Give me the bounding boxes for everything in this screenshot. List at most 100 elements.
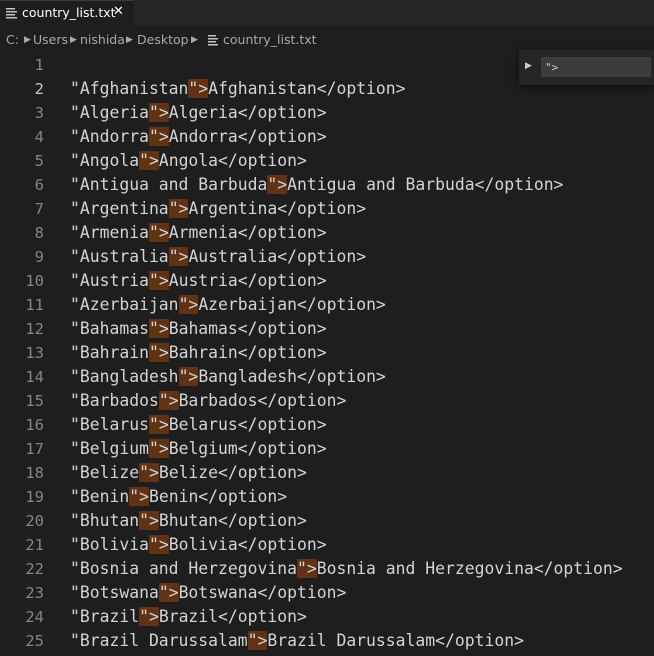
line-text-prefix: "Bangladesh xyxy=(70,367,179,386)
line-text-prefix: "Azerbaijan xyxy=(70,295,179,314)
code-line[interactable]: 25 "Brazil Darussalam">Brazil Darussalam<… xyxy=(0,629,654,653)
line-text: "Bosnia and Herzegovina">Bosnia and Herz… xyxy=(70,557,623,581)
tab-country-list[interactable]: country_list.txt ✕ xyxy=(0,0,134,25)
line-text-prefix: "Austria xyxy=(70,271,149,290)
code-line[interactable]: 16 "Belarus">Belarus</option> xyxy=(0,413,654,437)
line-text-suffix: Belarus</option> xyxy=(168,415,327,434)
line-text: "Bolivia">Bolivia</option> xyxy=(70,533,327,557)
line-number: 10 xyxy=(25,272,44,290)
line-number: 17 xyxy=(25,440,44,458)
line-number: 22 xyxy=(25,560,44,578)
breadcrumb-item-nishida[interactable]: nishida xyxy=(80,32,125,47)
code-line[interactable]: 21 "Bolivia">Bolivia</option> xyxy=(0,533,654,557)
line-text-prefix: "Argentina xyxy=(70,199,169,218)
code-line[interactable]: 14 "Bangladesh">Bangladesh</option> xyxy=(0,365,654,389)
line-text-prefix: "Belize xyxy=(70,463,140,482)
code-line[interactable]: 10 "Austria">Austria</option> xyxy=(0,269,654,293)
code-line[interactable]: 12 "Bahamas">Bahamas</option> xyxy=(0,317,654,341)
code-line[interactable]: 11 "Azerbaijan">Azerbaijan</option> xyxy=(0,293,654,317)
line-text: "Belgium">Belgium</option> xyxy=(70,437,327,461)
search-match-highlight: "> xyxy=(139,151,159,170)
code-line[interactable]: 5 "Angola">Angola</option> xyxy=(0,149,654,173)
line-number: 20 xyxy=(25,512,44,530)
editor[interactable]: 1 2 "Afghanistan">Afghanistan</option> 3 "Al… xyxy=(0,53,654,656)
line-text-prefix: "Bolivia xyxy=(70,535,149,554)
search-match-highlight: "> xyxy=(178,295,199,314)
line-text: "Brazil Darussalam">Brazil Darussalam</o… xyxy=(70,629,524,653)
search-match-highlight: "> xyxy=(148,271,169,290)
line-text-suffix: Bhutan</option> xyxy=(158,511,307,530)
line-text-suffix: Bahamas</option> xyxy=(168,319,327,338)
line-text-prefix: "Botswana xyxy=(70,583,159,602)
breadcrumb-item-users[interactable]: Users xyxy=(33,32,68,47)
search-match-highlight: "> xyxy=(148,127,169,146)
code-line[interactable]: 6 "Antigua and Barbuda">Antigua and Barbu… xyxy=(0,173,654,197)
line-number: 11 xyxy=(25,296,44,314)
line-text: "Algeria">Algeria</option> xyxy=(70,101,327,125)
line-text-suffix: Armenia</option> xyxy=(168,223,327,242)
search-match-highlight: "> xyxy=(247,631,268,650)
line-number: 6 xyxy=(34,176,44,194)
line-text: "Belize">Belize</option> xyxy=(70,461,307,485)
line-number: 25 xyxy=(25,632,44,650)
code-line[interactable]: 9 "Australia">Australia</option> xyxy=(0,245,654,269)
search-match-highlight: "> xyxy=(129,487,149,506)
line-number: 9 xyxy=(34,248,44,266)
line-text-suffix: Bangladesh</option> xyxy=(198,367,386,386)
line-text-suffix: Afghanistan</option> xyxy=(208,79,406,98)
line-text-suffix: Algeria</option> xyxy=(168,103,327,122)
chevron-right-icon[interactable]: ▶ xyxy=(525,61,532,71)
line-text: "Angola">Angola</option> xyxy=(70,149,307,173)
search-match-highlight: "> xyxy=(148,223,169,242)
line-number: 4 xyxy=(34,128,44,146)
line-number: 13 xyxy=(25,344,44,362)
search-match-highlight: "> xyxy=(148,103,169,122)
code-line[interactable]: 15 "Barbados">Barbados</option> xyxy=(0,389,654,413)
line-text-suffix: Barbados</option> xyxy=(178,391,347,410)
line-text-prefix: "Benin xyxy=(70,487,130,506)
search-match-highlight: "> xyxy=(139,607,159,626)
search-match-highlight: "> xyxy=(178,367,199,386)
line-text: "Botswana">Botswana</option> xyxy=(70,581,346,605)
line-text-suffix: Australia</option> xyxy=(188,247,367,266)
line-text: "Australia">Australia</option> xyxy=(70,245,366,269)
code-line[interactable]: 8 "Armenia">Armenia</option> xyxy=(0,221,654,245)
breadcrumb-item-desktop[interactable]: Desktop xyxy=(137,32,189,47)
code-line[interactable]: 22 "Bosnia and Herzegovina">Bosnia and He… xyxy=(0,557,654,581)
code-line[interactable]: 7 "Argentina">Argentina</option> xyxy=(0,197,654,221)
line-text-suffix: Angola</option> xyxy=(158,151,307,170)
code-line[interactable]: 24 "Brazil">Brazil</option> xyxy=(0,605,654,629)
search-match-highlight: "> xyxy=(296,559,317,578)
line-text: "Brazil">Brazil</option> xyxy=(70,605,307,629)
search-match-highlight: "> xyxy=(188,79,209,98)
line-text-prefix: "Australia xyxy=(70,247,169,266)
code-line[interactable]: 3 "Algeria">Algeria</option> xyxy=(0,101,654,125)
code-line[interactable]: 20 "Bhutan">Bhutan</option> xyxy=(0,509,654,533)
code-line[interactable]: 23 "Botswana">Botswana</option> xyxy=(0,581,654,605)
line-text: "Afghanistan">Afghanistan</option> xyxy=(70,77,406,101)
code-line[interactable]: 17 "Belgium">Belgium</option> xyxy=(0,437,654,461)
find-input[interactable] xyxy=(541,57,651,77)
close-icon[interactable]: ✕ xyxy=(113,4,124,19)
line-text-prefix: "Algeria xyxy=(70,103,149,122)
line-text-suffix: Belgium</option> xyxy=(168,439,327,458)
breadcrumb-item-file[interactable]: country_list.txt xyxy=(223,32,317,47)
code-line[interactable]: 13 "Bahrain">Bahrain</option> xyxy=(0,341,654,365)
file-lines-icon xyxy=(208,35,218,46)
breadcrumb-item-drive[interactable]: C: xyxy=(6,32,19,47)
line-number: 12 xyxy=(25,320,44,338)
line-number: 23 xyxy=(25,584,44,602)
line-text-suffix: Botswana</option> xyxy=(178,583,347,602)
line-text-prefix: "Bahrain xyxy=(70,343,149,362)
line-number: 16 xyxy=(25,416,44,434)
search-match-highlight: "> xyxy=(168,199,189,218)
line-number: 21 xyxy=(25,536,44,554)
line-text-prefix: "Belarus xyxy=(70,415,149,434)
line-number: 2 xyxy=(34,80,44,98)
code-line[interactable]: 4 "Andorra">Andorra</option> xyxy=(0,125,654,149)
code-line[interactable]: 19 "Benin">Benin</option> xyxy=(0,485,654,509)
code-line[interactable]: 18 "Belize">Belize</option> xyxy=(0,461,654,485)
line-text-suffix: Brazil</option> xyxy=(158,607,307,626)
line-text: "Barbados">Barbados</option> xyxy=(70,389,346,413)
line-number: 7 xyxy=(34,200,44,218)
